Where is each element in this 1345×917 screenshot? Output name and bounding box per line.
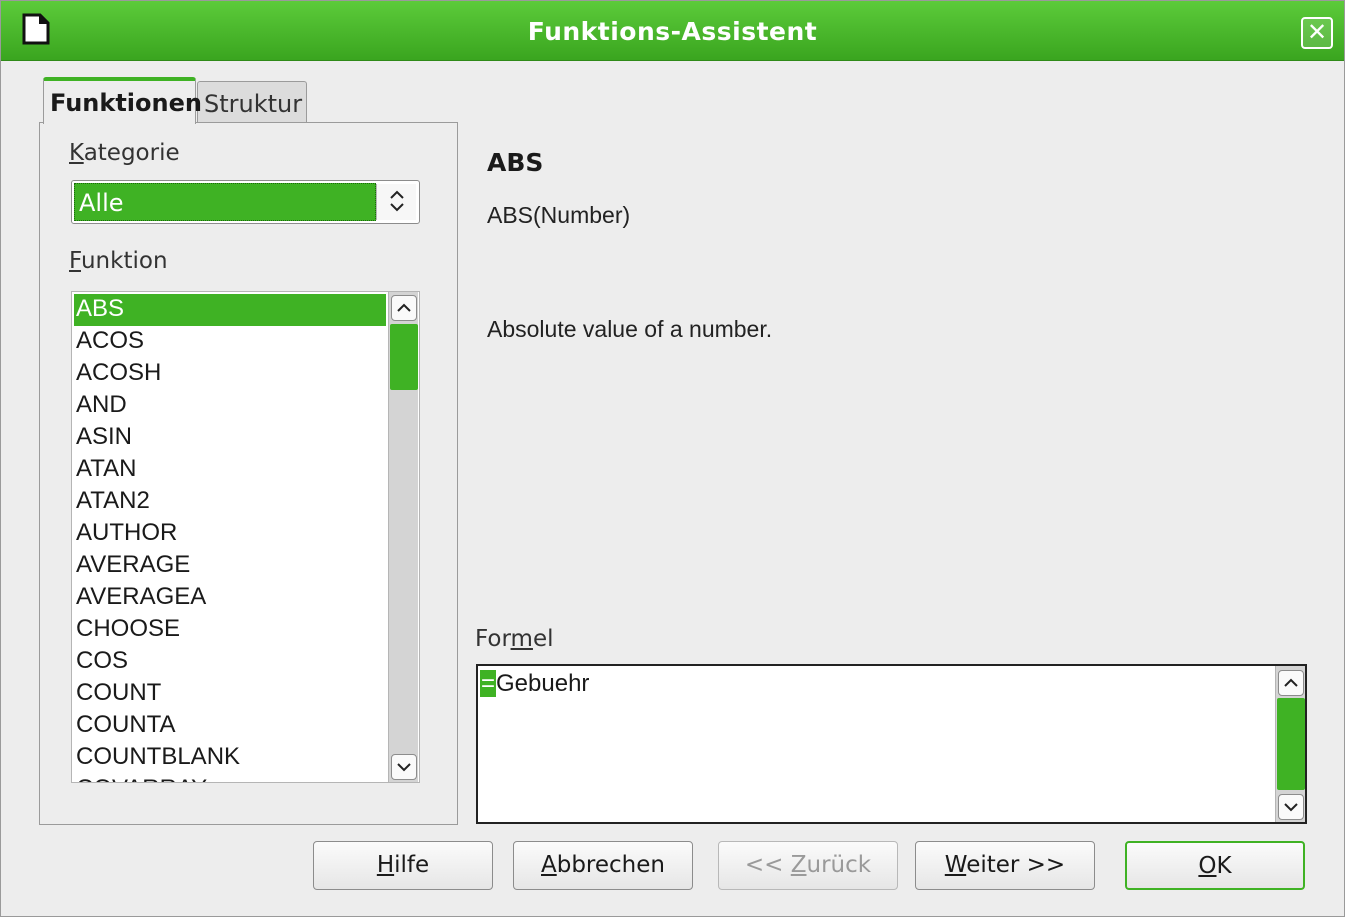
kategorie-select[interactable]: Alle [71, 180, 420, 224]
list-item[interactable]: ABS [74, 294, 386, 326]
function-syntax: ABS(Number) [487, 202, 631, 228]
formula-input[interactable]: =Gebuehr [476, 664, 1307, 824]
function-description: Absolute value of a number. [487, 316, 773, 342]
window-title: Funktions-Assistent [527, 17, 818, 46]
list-item[interactable]: AND [74, 390, 386, 422]
tab-funktionen[interactable]: Funktionen [43, 77, 202, 124]
ok-button[interactable]: OK [1125, 841, 1305, 890]
list-item[interactable]: COUNTA [74, 710, 386, 742]
scroll-down-icon[interactable] [1278, 794, 1304, 820]
list-item[interactable]: AVERAGEA [74, 582, 386, 614]
scroll-up-icon[interactable] [1278, 670, 1304, 696]
scroll-down-icon[interactable] [391, 754, 417, 780]
list-item[interactable]: COVARRAY [74, 774, 386, 782]
list-item[interactable]: AVERAGE [74, 550, 386, 582]
kategorie-value: Alle [74, 183, 376, 221]
list-item[interactable]: ATAN2 [74, 486, 386, 518]
list-item[interactable]: AUTHOR [74, 518, 386, 550]
help-button[interactable]: Hilfe [313, 841, 493, 890]
kategorie-label: Kategorie [69, 140, 180, 166]
function-list[interactable]: ABS ACOS ACOSH AND ASIN ATAN ATAN2 AUTHO… [71, 291, 420, 783]
function-list-scrollbar[interactable] [388, 292, 418, 782]
list-item[interactable]: ACOSH [74, 358, 386, 390]
function-name: ABS [487, 148, 544, 177]
close-icon[interactable]: ✕ [1301, 17, 1333, 49]
title-bar[interactable]: Funktions-Assistent ✕ [1, 1, 1344, 61]
list-item[interactable]: COS [74, 646, 386, 678]
tab-struktur[interactable]: Struktur [197, 81, 307, 125]
cancel-button[interactable]: Abbrechen [513, 841, 693, 890]
next-button[interactable]: Weiter >> [915, 841, 1095, 890]
formula-scrollbar[interactable] [1275, 666, 1305, 822]
list-item[interactable]: ACOS [74, 326, 386, 358]
list-item[interactable]: COUNT [74, 678, 386, 710]
funktion-label: Funktion [69, 248, 168, 274]
scroll-thumb[interactable] [390, 324, 418, 390]
formula-text: =Gebuehr [480, 670, 590, 697]
spin-updown-icon[interactable] [376, 184, 416, 220]
scroll-up-icon[interactable] [391, 295, 417, 321]
formel-label: Formel [475, 626, 554, 652]
tab-label: Funktionen [50, 89, 202, 117]
back-button[interactable]: << Zurück [718, 841, 898, 890]
scroll-thumb[interactable] [1277, 698, 1305, 790]
list-item[interactable]: ASIN [74, 422, 386, 454]
list-item[interactable]: CHOOSE [74, 614, 386, 646]
tab-label: Struktur [204, 90, 303, 118]
list-item[interactable]: ATAN [74, 454, 386, 486]
list-item[interactable]: COUNTBLANK [74, 742, 386, 774]
function-wizard-dialog: Funktions-Assistent ✕ Struktur Funktione… [0, 0, 1345, 917]
